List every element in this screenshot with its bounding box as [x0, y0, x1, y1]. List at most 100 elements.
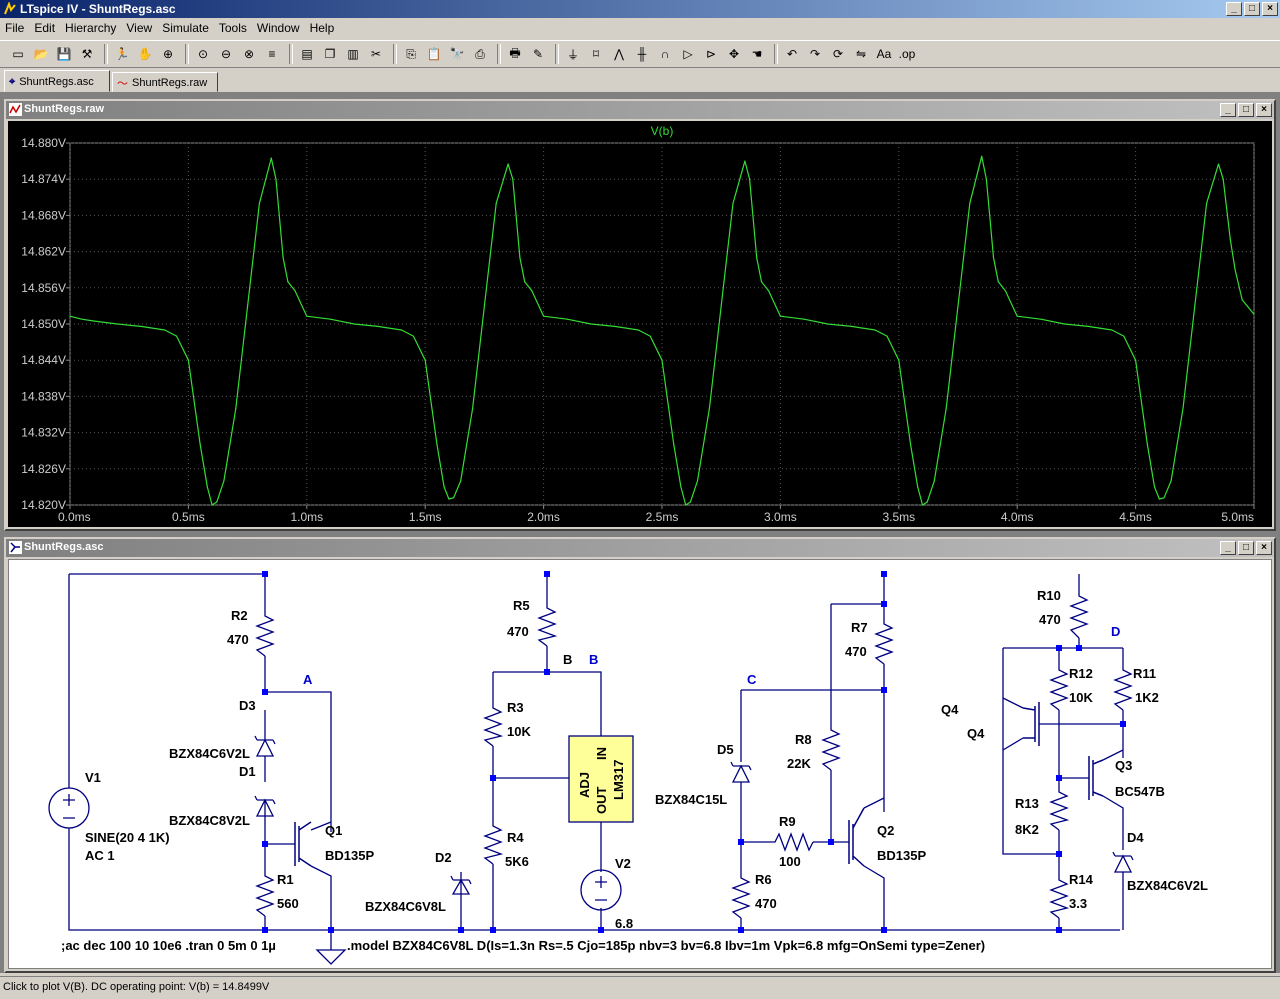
schematic-window-titlebar[interactable]: ShuntRegs.asc _ □ ×	[6, 539, 1274, 557]
ref-label: V1	[85, 770, 101, 785]
move-icon[interactable]: ✥	[724, 44, 744, 64]
zoom-in-icon[interactable]: ⊕	[158, 44, 178, 64]
tab-waveform[interactable]: 〜 ShuntRegs.raw	[112, 72, 218, 92]
menu-help[interactable]: Help	[305, 21, 340, 35]
close-button[interactable]: ×	[1256, 541, 1272, 555]
ground-icon[interactable]: ⏚	[563, 44, 583, 64]
close-button[interactable]: ×	[1262, 2, 1278, 16]
x-tick-label: 2.5ms	[646, 510, 679, 524]
x-tick-label: 4.0ms	[1001, 510, 1034, 524]
waveform-window-titlebar[interactable]: ShuntRegs.raw _ □ ×	[6, 101, 1274, 119]
menu-file[interactable]: File	[0, 21, 29, 35]
component-icon[interactable]: ⊳	[701, 44, 721, 64]
menu-simulate[interactable]: Simulate	[157, 21, 214, 35]
schematic-drawing[interactable]: R2 470 D3 BZX84C6V2L D1 BZX84C8V2L Q1 BD…	[9, 560, 1273, 972]
maximize-button[interactable]: □	[1238, 541, 1254, 555]
value-label: BZX84C6V2L	[169, 746, 250, 761]
value-label: BD135P	[325, 848, 374, 863]
trace-point	[921, 504, 924, 506]
menu-view[interactable]: View	[121, 21, 157, 35]
waveform-plot[interactable]: 0.0ms 0.5ms 1.0ms 1.5ms 2.0ms 2.5ms 3.0ms 3.5ms…	[8, 121, 1272, 529]
zoom-pan-icon[interactable]: ⊙	[193, 44, 213, 64]
trace-point	[1111, 329, 1113, 331]
ref-label: R14	[1069, 872, 1094, 887]
schematic-window: ShuntRegs.asc _ □ × R2 470 D3 BZX84C6V2L…	[4, 537, 1276, 973]
minimize-button[interactable]: _	[1220, 541, 1236, 555]
trace-point	[1170, 480, 1172, 482]
rotate-icon[interactable]: ⟳	[828, 44, 848, 64]
y-tick-label: 14.844V	[21, 353, 66, 367]
inductor-icon[interactable]: ∩	[655, 44, 675, 64]
diode-icon[interactable]: ▷	[678, 44, 698, 64]
tab-schematic[interactable]: ⌖ ShuntRegs.asc	[4, 70, 110, 92]
find-icon[interactable]: 🔭	[447, 44, 467, 64]
run-icon[interactable]: 🏃	[112, 44, 132, 64]
trace-point	[471, 407, 474, 410]
paste-icon[interactable]: 📋	[424, 44, 444, 64]
cut-icon[interactable]: ✂	[366, 44, 386, 64]
save-icon[interactable]: 💾	[54, 44, 74, 64]
zoom-fit-icon[interactable]: ⊗	[239, 44, 259, 64]
print-setup-icon[interactable]: ⎙	[470, 44, 490, 64]
tile-horizontal-icon[interactable]: ▤	[297, 44, 317, 64]
mirror-icon[interactable]: ⇋	[851, 44, 871, 64]
resistor-icon[interactable]: ⋀	[609, 44, 629, 64]
zoom-out-icon[interactable]: ⊖	[216, 44, 236, 64]
drag-icon[interactable]: ☚	[747, 44, 767, 64]
trace-point	[1004, 290, 1006, 292]
trace-point	[720, 305, 722, 307]
lm317-part: LM317	[611, 760, 626, 800]
autoscale-icon[interactable]: ≡	[262, 44, 282, 64]
trace-point	[400, 329, 403, 331]
trace-point	[917, 486, 919, 488]
menu-tools[interactable]: Tools	[214, 21, 252, 35]
net-label-c: C	[747, 672, 757, 687]
open-icon[interactable]: 📂	[31, 44, 51, 64]
y-tick-label: 14.868V	[21, 208, 66, 222]
trace-point	[329, 318, 332, 320]
menu-edit[interactable]: Edit	[29, 21, 60, 35]
control-panel-icon[interactable]: ⚒	[77, 44, 97, 64]
trace-point	[306, 315, 308, 317]
value-label: 6.8	[615, 916, 633, 931]
undo-icon[interactable]: ↶	[782, 44, 802, 64]
lm317-in: IN	[594, 747, 609, 760]
spice-directive-analysis[interactable]: ;ac dec 100 10 10e6 .tran 0 5m 0 1µ	[61, 938, 276, 953]
plot-pane[interactable]: 0.0ms 0.5ms 1.0ms 1.5ms 2.0ms 2.5ms 3.0ms 3.5ms…	[8, 121, 1272, 527]
cascade-icon[interactable]: ❐	[320, 44, 340, 64]
app-titlebar: LTspice IV - ShuntRegs.asc _ □ ×	[0, 0, 1280, 18]
new-schematic-icon[interactable]: ▭	[8, 44, 28, 64]
halt-icon[interactable]: ✋	[135, 44, 155, 64]
trace-point	[206, 486, 208, 488]
trace-point	[933, 480, 935, 482]
trace-point	[992, 257, 995, 259]
tile-vertical-icon[interactable]: ▥	[343, 44, 363, 64]
redo-icon[interactable]: ↷	[805, 44, 825, 64]
trace-point	[543, 315, 545, 317]
copy-icon[interactable]: ⎘	[401, 44, 421, 64]
y-tick-label: 14.826V	[21, 462, 66, 476]
trace-point	[756, 257, 758, 259]
label-net-icon[interactable]: ⌑	[586, 44, 606, 64]
spice-directive-model[interactable]: .model BZX84C6V8L D(Is=1.3n Rs=.5 Cjo=18…	[347, 938, 985, 953]
minimize-button[interactable]: _	[1220, 103, 1236, 117]
ref-label: D3	[239, 698, 256, 713]
schematic-canvas[interactable]: R2 470 D3 BZX84C6V2L D1 BZX84C8V2L Q1 BD…	[8, 559, 1272, 969]
y-tick-label: 14.820V	[21, 498, 66, 512]
maximize-button[interactable]: □	[1244, 2, 1260, 16]
print-icon[interactable]: 🖶	[505, 44, 525, 64]
maximize-button[interactable]: □	[1238, 103, 1254, 117]
wire-icon[interactable]: ✎	[528, 44, 548, 64]
spice-directive-icon[interactable]: .op	[897, 44, 917, 64]
trace-point	[614, 325, 616, 328]
capacitor-icon[interactable]: ╫	[632, 44, 652, 64]
close-button[interactable]: ×	[1256, 103, 1272, 117]
trace-point	[211, 504, 213, 506]
minimize-button[interactable]: _	[1226, 2, 1242, 16]
menu-hierarchy[interactable]: Hierarchy	[60, 21, 121, 35]
lm317-adj: ADJ	[577, 772, 592, 798]
trace-label[interactable]: V(b)	[651, 124, 674, 138]
text-icon[interactable]: Aa	[874, 44, 894, 64]
menu-window[interactable]: Window	[252, 21, 305, 35]
toolbar-separator	[497, 44, 501, 64]
